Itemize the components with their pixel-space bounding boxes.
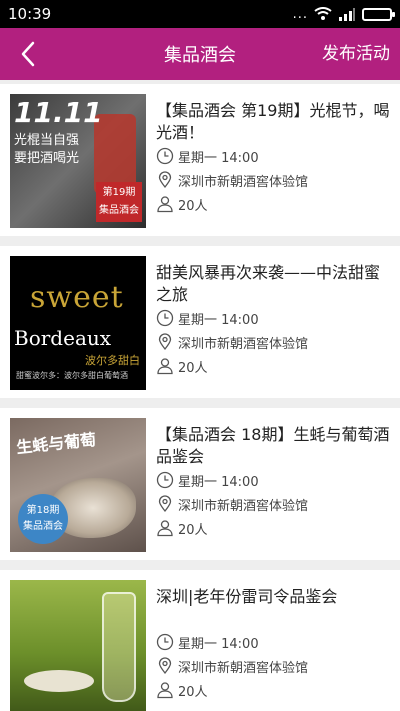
battery-icon — [362, 7, 395, 21]
event-thumbnail — [10, 580, 146, 711]
event-location-row: 深圳市新朝酒窖体验馆 — [156, 330, 390, 354]
wine-glass-image — [102, 592, 136, 702]
event-attendees: 20人 — [178, 198, 208, 214]
wifi-icon — [314, 7, 332, 20]
clock-icon — [156, 633, 174, 651]
thumbnail-headline: 生蚝与葡萄 — [15, 429, 97, 458]
event-location: 深圳市新朝酒窖体验馆 — [178, 660, 309, 676]
location-pin-icon — [158, 657, 172, 675]
event-attendees: 20人 — [178, 522, 208, 538]
thumbnail-line: Bordeaux — [14, 326, 112, 350]
event-thumbnail: 生蚝与葡萄 第18期 集品酒会 — [10, 418, 146, 552]
thumbnail-tag: 第19期 集品酒会 — [96, 182, 142, 222]
event-time: 星期一 14:00 — [178, 150, 259, 166]
thumbnail-line: 波尔多甜白 — [85, 354, 140, 367]
thumbnail-headline: 11.11 — [14, 96, 103, 129]
notification-dots: ... — [292, 6, 308, 22]
thumbnail-tag-line: 第19期 — [102, 187, 136, 198]
status-time: 10:39 — [8, 5, 52, 23]
clock-icon — [156, 147, 174, 165]
thumbnail-line: sweet — [30, 280, 124, 315]
event-attendees-row: 20人 — [156, 354, 390, 378]
thumbnail-tag-line: 集品酒会 — [99, 205, 139, 216]
thumbnail-slogan-line: 要把酒喝光 — [14, 151, 80, 166]
event-title: 甜美风暴再次来袭——中法甜蜜之旅 — [156, 263, 381, 304]
food-plate-image — [24, 670, 94, 692]
event-time-row: 星期一 14:00 — [156, 630, 390, 654]
event-card[interactable]: 深圳|老年份雷司令品鉴会 星期一 14:00 深圳市新朝酒窖体验馆 20人 — [0, 570, 400, 711]
event-attendees: 20人 — [178, 360, 208, 376]
event-time: 星期一 14:00 — [178, 636, 259, 652]
status-bar: 10:39 ... — [0, 0, 400, 28]
clock-icon — [156, 309, 174, 327]
thumbnail-badge: 第18期 集品酒会 — [18, 494, 68, 544]
event-time: 星期一 14:00 — [178, 474, 259, 490]
event-title: 深圳|老年份雷司令品鉴会 — [156, 587, 338, 606]
person-icon — [157, 196, 173, 213]
event-location-row: 深圳市新朝酒窖体验馆 — [156, 492, 390, 516]
thumbnail-slogan: 光棍当自强 要把酒喝光 — [14, 132, 79, 168]
event-attendees-row: 20人 — [156, 192, 390, 216]
event-location: 深圳市新朝酒窖体验馆 — [178, 498, 309, 514]
event-title: 【集品酒会 第19期】光棍节，喝光酒！ — [156, 101, 390, 142]
location-pin-icon — [158, 333, 172, 351]
publish-event-button[interactable]: 发布活动 — [322, 28, 390, 80]
event-thumbnail: sweet Bordeaux 波尔多甜白 甜蜜波尔多：波尔多甜白葡萄酒 — [10, 256, 146, 390]
thumbnail-slogan-line: 光棍当自强 — [14, 133, 80, 148]
event-time-row: 星期一 14:00 — [156, 144, 390, 168]
location-pin-icon — [158, 495, 172, 513]
status-icons: ... — [292, 6, 395, 22]
event-time-row: 星期一 14:00 — [156, 468, 390, 492]
event-time-row: 星期一 14:00 — [156, 306, 390, 330]
location-pin-icon — [158, 171, 172, 189]
app-bar: 集品酒会 发布活动 — [0, 28, 400, 80]
event-title: 【集品酒会 18期】生蚝与葡萄酒品鉴会 — [156, 425, 390, 466]
event-attendees-row: 20人 — [156, 678, 390, 702]
event-card[interactable]: 生蚝与葡萄 第18期 集品酒会 【集品酒会 18期】生蚝与葡萄酒品鉴会 星期一 … — [0, 408, 400, 560]
thumbnail-badge-line: 集品酒会 — [23, 521, 63, 532]
event-info: 【集品酒会 第19期】光棍节，喝光酒！ 星期一 14:00 深圳市新朝酒窖体验馆… — [156, 100, 390, 216]
event-info: 深圳|老年份雷司令品鉴会 星期一 14:00 深圳市新朝酒窖体验馆 20人 — [156, 586, 390, 702]
person-icon — [157, 520, 173, 537]
event-info: 甜美风暴再次来袭——中法甜蜜之旅 星期一 14:00 深圳市新朝酒窖体验馆 20… — [156, 262, 390, 378]
event-attendees: 20人 — [178, 684, 208, 700]
event-location-row: 深圳市新朝酒窖体验馆 — [156, 168, 390, 192]
event-time: 星期一 14:00 — [178, 312, 259, 328]
event-location-row: 深圳市新朝酒窖体验馆 — [156, 654, 390, 678]
thumbnail-badge-line: 第18期 — [26, 505, 60, 516]
person-icon — [157, 682, 173, 699]
person-icon — [157, 358, 173, 375]
event-card[interactable]: sweet Bordeaux 波尔多甜白 甜蜜波尔多：波尔多甜白葡萄酒 甜美风暴… — [0, 246, 400, 398]
event-attendees-row: 20人 — [156, 516, 390, 540]
thumbnail-line: 甜蜜波尔多：波尔多甜白葡萄酒 — [16, 371, 128, 380]
clock-icon — [156, 471, 174, 489]
event-card[interactable]: 11.11 光棍当自强 要把酒喝光 第19期 集品酒会 【集品酒会 第19期】光… — [0, 84, 400, 236]
signal-icon — [339, 8, 355, 21]
event-info: 【集品酒会 18期】生蚝与葡萄酒品鉴会 星期一 14:00 深圳市新朝酒窖体验馆… — [156, 424, 390, 540]
event-location: 深圳市新朝酒窖体验馆 — [178, 174, 309, 190]
event-thumbnail: 11.11 光棍当自强 要把酒喝光 第19期 集品酒会 — [10, 94, 146, 228]
chevron-left-icon — [21, 41, 35, 67]
back-button[interactable] — [0, 28, 56, 80]
event-location: 深圳市新朝酒窖体验馆 — [178, 336, 309, 352]
